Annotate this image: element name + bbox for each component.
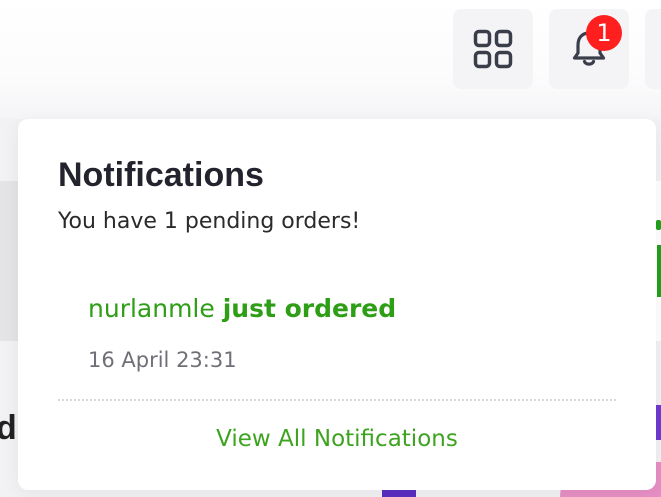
background-green-accent [656, 220, 661, 230]
notification-count-badge: 1 [586, 15, 622, 51]
dropdown-title: Notifications [58, 156, 264, 194]
notification-action: just ordered [222, 294, 397, 323]
background-green-bar [657, 245, 661, 297]
top-header: 1 [0, 0, 661, 119]
grid-icon [473, 29, 513, 69]
dropdown-divider [58, 399, 616, 401]
notification-user: nurlanmle [88, 294, 215, 323]
background-purple-bar [656, 405, 661, 440]
background-partial-heading: d [0, 409, 17, 447]
pending-orders-summary: You have 1 pending orders! [58, 209, 361, 234]
notifications-dropdown: Notifications You have 1 pending orders!… [18, 119, 656, 490]
notification-timestamp: 16 April 23:31 [88, 348, 237, 372]
profile-button[interactable] [645, 9, 661, 89]
view-all-notifications-link[interactable]: View All Notifications [58, 423, 616, 455]
apps-button[interactable] [453, 9, 533, 89]
notification-item[interactable]: nurlanmle just ordered 16 April 23:31 [88, 291, 608, 381]
notification-message: nurlanmle just ordered [88, 291, 608, 327]
